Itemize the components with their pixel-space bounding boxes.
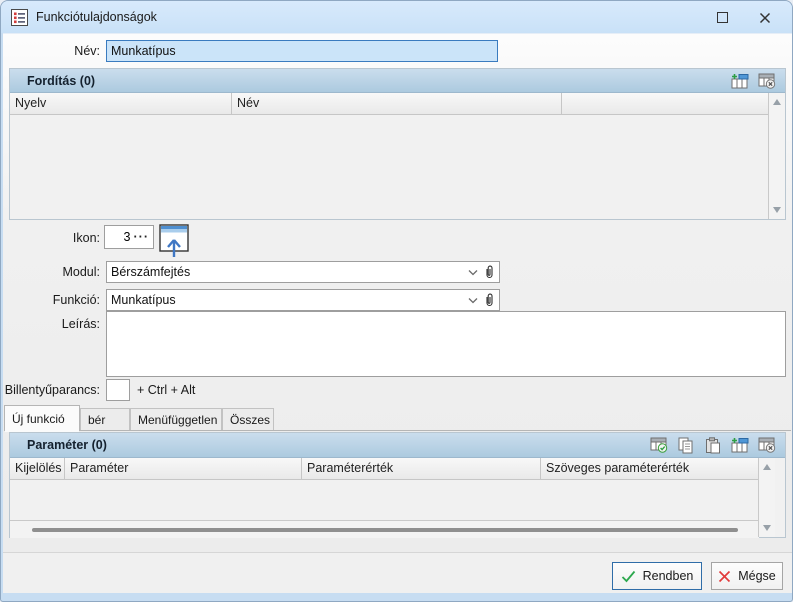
maximize-button[interactable] xyxy=(707,8,737,27)
scroll-down-button[interactable] xyxy=(759,520,775,536)
dialog-body: Név: Munkatípus Fordítás (0) xyxy=(3,33,792,593)
billentyuparancs-label: Billentyűparancs: xyxy=(5,383,100,397)
table-check-icon xyxy=(650,437,668,453)
parameter-validate-button[interactable] xyxy=(649,437,669,454)
ok-button[interactable]: Rendben xyxy=(612,562,702,590)
column-parameterertek[interactable]: Paraméterérték xyxy=(302,458,541,480)
ikon-value: 3 xyxy=(124,230,131,244)
parameter-panel: Paraméter (0) xyxy=(9,432,786,538)
chevron-down-icon xyxy=(468,269,478,276)
tab-menufuggetlen[interactable]: Menüfüggetlen xyxy=(130,408,222,431)
leiras-textarea[interactable] xyxy=(106,311,786,377)
paste-icon xyxy=(705,437,721,454)
parameter-scrollbar[interactable] xyxy=(758,458,775,537)
table-add-icon xyxy=(731,73,750,89)
forditas-scrollbar[interactable] xyxy=(768,93,785,219)
tab-uj-funkcio[interactable]: Új funkció xyxy=(4,405,80,431)
column-empty xyxy=(562,93,785,115)
parameter-hscrollbar[interactable] xyxy=(10,520,759,538)
paperclip-icon xyxy=(484,265,495,279)
table-delete-icon xyxy=(758,73,776,89)
scroll-up-button[interactable] xyxy=(769,94,785,110)
forditas-add-row-button[interactable] xyxy=(730,72,750,89)
funkcio-label: Funkció: xyxy=(53,293,100,307)
ikon-label: Ikon: xyxy=(73,231,100,245)
cancel-button-label: Mégse xyxy=(738,569,776,583)
tab-osszes[interactable]: Összes xyxy=(222,408,274,431)
close-icon xyxy=(759,12,771,24)
leiras-label: Leírás: xyxy=(62,317,100,331)
dialog-window: Funkciótulajdonságok Név: Munkatípus For… xyxy=(0,0,793,602)
parameter-title: Paraméter (0) xyxy=(10,438,107,452)
column-szoveges-parameterertek[interactable]: Szöveges paraméterérték xyxy=(541,458,759,480)
paste-button[interactable] xyxy=(703,437,723,454)
parameter-column-headers: Kijelölés Paraméter Paraméterérték Szöve… xyxy=(10,458,759,480)
scroll-up-icon xyxy=(773,99,781,105)
green-check-icon xyxy=(621,570,636,583)
parameter-add-row-button[interactable] xyxy=(730,437,750,454)
scroll-down-button[interactable] xyxy=(769,202,785,218)
column-nyelv[interactable]: Nyelv xyxy=(10,93,232,115)
cancel-button[interactable]: Mégse xyxy=(711,562,783,590)
footer-bar: Rendben Mégse xyxy=(3,552,792,593)
modul-label: Modul: xyxy=(62,265,100,279)
shortcut-suffix: + Ctrl + Alt xyxy=(137,383,195,397)
title-bar: Funkciótulajdonságok xyxy=(1,1,792,33)
forditas-panel: Fordítás (0) xyxy=(9,68,786,220)
window-up-arrow-icon xyxy=(159,224,191,258)
scroll-down-icon xyxy=(773,207,781,213)
window-title: Funkciótulajdonságok xyxy=(36,10,157,24)
table-delete-icon xyxy=(758,437,776,453)
chevron-down-icon xyxy=(468,297,478,304)
parameter-delete-row-button[interactable] xyxy=(757,437,777,454)
tab-divider xyxy=(4,430,791,431)
forditas-delete-row-button[interactable] xyxy=(757,72,777,89)
icon-picker-button[interactable] xyxy=(159,224,191,253)
funkcio-value: Munkatípus xyxy=(111,293,468,307)
red-x-icon xyxy=(718,570,731,583)
nev-input[interactable]: Munkatípus xyxy=(106,40,498,62)
maximize-icon xyxy=(717,12,728,23)
column-nev[interactable]: Név xyxy=(232,93,562,115)
paperclip-icon xyxy=(484,293,495,307)
app-icon xyxy=(11,9,28,26)
scroll-down-icon xyxy=(763,525,771,531)
tab-strip: Új funkció bér Menüfüggetlen Összes xyxy=(4,405,274,431)
forditas-table-body[interactable] xyxy=(10,115,768,219)
column-parameter[interactable]: Paraméter xyxy=(65,458,302,480)
forditas-title: Fordítás (0) xyxy=(10,74,95,88)
shortcut-input[interactable] xyxy=(106,379,130,401)
column-kijeloles[interactable]: Kijelölés xyxy=(10,458,65,480)
ok-button-label: Rendben xyxy=(643,569,694,583)
nev-label: Név: xyxy=(74,44,100,58)
forditas-header: Fordítás (0) xyxy=(10,69,785,93)
copy-button[interactable] xyxy=(676,437,696,454)
modul-value: Bérszámfejtés xyxy=(111,265,468,279)
table-add-icon xyxy=(731,437,750,453)
ellipsis-button[interactable]: ··· xyxy=(134,230,150,244)
modul-combobox[interactable]: Bérszámfejtés xyxy=(106,261,500,283)
tab-ber[interactable]: bér xyxy=(80,408,130,431)
hscroll-thumb[interactable] xyxy=(32,528,738,532)
parameter-table-body[interactable] xyxy=(10,480,759,520)
forditas-column-headers: Nyelv Név xyxy=(10,93,785,115)
close-button[interactable] xyxy=(750,8,780,27)
funkcio-combobox[interactable]: Munkatípus xyxy=(106,289,500,311)
copy-icon xyxy=(678,437,694,454)
scroll-up-button[interactable] xyxy=(759,459,775,475)
parameter-header: Paraméter (0) xyxy=(10,433,785,458)
scroll-up-icon xyxy=(763,464,771,470)
ikon-input[interactable]: 3 ··· xyxy=(104,225,154,249)
